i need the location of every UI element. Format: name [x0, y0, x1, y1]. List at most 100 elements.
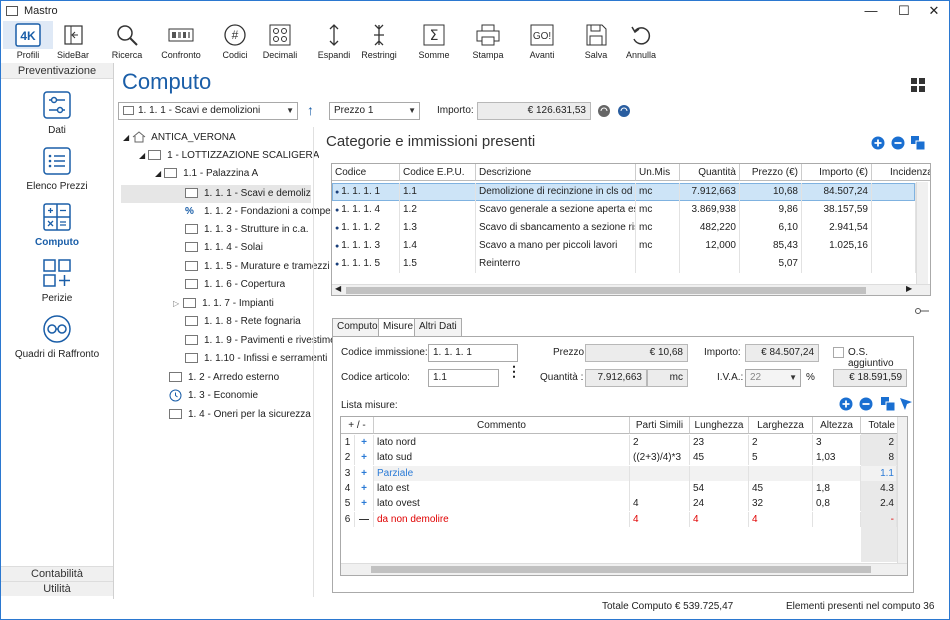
table-cell[interactable]: 4	[630, 496, 690, 512]
os-aggiuntivo-checkbox[interactable]	[833, 347, 844, 358]
tree-node[interactable]: ◢ 1.1 - Palazzina A	[155, 165, 258, 183]
table-cell[interactable]: da non demolire	[374, 511, 630, 527]
column-header[interactable]: Commento	[374, 417, 630, 434]
codice-articolo-input[interactable]: 1.1	[428, 369, 499, 387]
table-cell[interactable]: lato ovest	[374, 496, 630, 512]
column-header[interactable]: Descrizione	[476, 164, 636, 181]
pane-splitter[interactable]	[313, 127, 314, 597]
codice-immissione-input[interactable]: 1. 1. 1. 1	[428, 344, 518, 362]
table-cell[interactable]: lato sud	[374, 450, 630, 466]
column-header[interactable]: Prezzo (€)	[740, 164, 802, 181]
table-cell[interactable]	[630, 480, 690, 496]
categories-hscroll[interactable]: ◀ ▶	[332, 284, 930, 295]
sync-icon[interactable]	[617, 104, 631, 118]
table-cell[interactable]: Scavo a mano per piccoli lavori	[476, 237, 636, 255]
table-cell[interactable]: 3	[341, 465, 355, 481]
table-cell[interactable]: 6	[341, 511, 355, 527]
sidebar-header[interactable]: Preventivazione	[1, 63, 113, 79]
sidebar-item-elenco-prezzi[interactable]: Elenco Prezzi	[1, 143, 113, 192]
cursor-icon[interactable]	[899, 397, 913, 411]
annulla-button[interactable]: Annulla	[616, 21, 666, 60]
tree-node[interactable]: 1. 1. 9 - Pavimenti e rivestimenti	[185, 332, 346, 350]
scroll-left-icon[interactable]: ◀	[335, 284, 341, 293]
tab-altri-dati[interactable]: Altri Dati	[414, 318, 462, 336]
table-cell[interactable]: 1.4	[400, 237, 476, 255]
table-cell[interactable]: Scavo generale a sezione aperta ese...	[476, 201, 636, 219]
table-cell[interactable]: mc	[636, 219, 680, 237]
table-cell[interactable]: 84.507,24	[802, 183, 872, 201]
tree-node[interactable]: 1. 4 - Oneri per la sicurezza	[169, 406, 311, 424]
tree-node[interactable]: 1. 1. 8 - Rete fognaria	[185, 313, 301, 331]
duplicate-icon[interactable]	[911, 136, 925, 150]
table-cell[interactable]: 2.4	[861, 496, 897, 512]
tab-computo[interactable]: Computo	[332, 318, 383, 336]
sidebar-footer-utilita[interactable]: Utilità	[1, 581, 113, 596]
table-cell[interactable]: 4	[749, 511, 813, 527]
close-button[interactable]: ✕	[919, 1, 949, 21]
add-circle-icon[interactable]	[839, 397, 853, 411]
table-row-code[interactable]: ● 1. 1. 1. 5	[332, 255, 400, 273]
decimali-button[interactable]: Decimali	[255, 21, 305, 60]
table-cell[interactable]: 24	[690, 496, 749, 512]
table-cell[interactable]: lato est	[374, 480, 630, 496]
profili-button[interactable]: 4K Profili	[3, 21, 53, 60]
tree-node[interactable]: ▷ 1. 1. 7 - Impianti	[173, 295, 274, 313]
tree-node[interactable]: 1. 1. 6 - Copertura	[185, 276, 285, 294]
table-cell[interactable]: 12,000	[680, 237, 740, 255]
categories-vscroll[interactable]	[916, 182, 928, 284]
row-sign-toggle[interactable]: +	[355, 496, 374, 512]
salva-button[interactable]: Salva	[571, 21, 621, 60]
column-header[interactable]: Altezza	[813, 417, 861, 434]
table-cell[interactable]: 1.1	[400, 183, 476, 201]
remove-circle-icon[interactable]	[859, 397, 873, 411]
table-cell[interactable]: Parziale	[374, 465, 630, 481]
column-header[interactable]: Importo (€)	[802, 164, 872, 181]
table-cell[interactable]: 45	[690, 450, 749, 466]
row-sign-toggle[interactable]: +	[355, 435, 374, 450]
table-cell[interactable]: 8	[861, 450, 897, 466]
tree-node[interactable]: % 1. 1. 2 - Fondazioni a compenso	[185, 203, 347, 221]
espandi-button[interactable]: Espandi	[309, 21, 359, 60]
column-header[interactable]: Larghezza	[749, 417, 813, 434]
table-cell[interactable]: 2.941,54	[802, 219, 872, 237]
table-cell[interactable]: Scavo di sbancamento a sezione ris...	[476, 219, 636, 237]
table-cell[interactable]: 5	[341, 496, 355, 512]
table-cell[interactable]: 1,8	[813, 480, 861, 496]
tree-node[interactable]: 1. 1. 3 - Strutture in c.a.	[185, 221, 309, 239]
table-cell[interactable]: 482,220	[680, 219, 740, 237]
table-cell[interactable]: lato nord	[374, 435, 630, 450]
table-cell[interactable]	[813, 511, 861, 527]
section-selector[interactable]: 1. 1. 1 - Scavi e demolizioni ▼	[118, 102, 298, 120]
column-header[interactable]: Un.Mis	[636, 164, 680, 181]
table-cell[interactable]	[749, 465, 813, 481]
tree-node[interactable]: 1. 2 - Arredo esterno	[169, 369, 279, 387]
avanti-button[interactable]: GO! Avanti	[517, 21, 567, 60]
table-cell[interactable]	[813, 465, 861, 481]
table-cell[interactable]	[802, 255, 872, 273]
codici-button[interactable]: # Codici	[210, 21, 260, 60]
table-row-code[interactable]: ● 1. 1. 1. 2	[332, 219, 400, 237]
table-cell[interactable]: 2	[749, 435, 813, 450]
table-cell[interactable]	[680, 255, 740, 273]
table-cell[interactable]: 1.1	[861, 465, 897, 481]
column-header[interactable]: Codice E.P.U.	[400, 164, 476, 181]
confronto-button[interactable]: Confronto	[156, 21, 206, 60]
table-cell[interactable]: 7.912,663	[680, 183, 740, 201]
row-sign-toggle[interactable]: —	[355, 511, 374, 527]
restringi-button[interactable]: Restringi	[354, 21, 404, 60]
table-cell[interactable]: -	[861, 511, 897, 527]
sidebar-item-quadri-di-raffronto[interactable]: Quadri di Raffronto	[1, 311, 113, 360]
column-header[interactable]: + / -	[341, 417, 374, 434]
tree-node[interactable]: 1. 1. 5 - Murature e tramezzi	[185, 258, 330, 276]
stampa-button[interactable]: Stampa	[463, 21, 513, 60]
tree-node[interactable]: 1. 1. 4 - Solai	[185, 239, 263, 257]
table-cell[interactable]: 1	[341, 435, 355, 450]
table-cell[interactable]: 5,07	[740, 255, 802, 273]
table-cell[interactable]: 4.3	[861, 480, 897, 496]
table-cell[interactable]	[872, 237, 916, 255]
tree-node[interactable]: ◢ 1 - LOTTIZZAZIONE SCALIGERA	[139, 147, 319, 165]
column-header[interactable]: Quantità	[680, 164, 740, 181]
iva-select[interactable]: 22 ▼	[745, 369, 801, 387]
refresh-icon[interactable]	[597, 104, 611, 118]
table-cell[interactable]: 4	[341, 480, 355, 496]
